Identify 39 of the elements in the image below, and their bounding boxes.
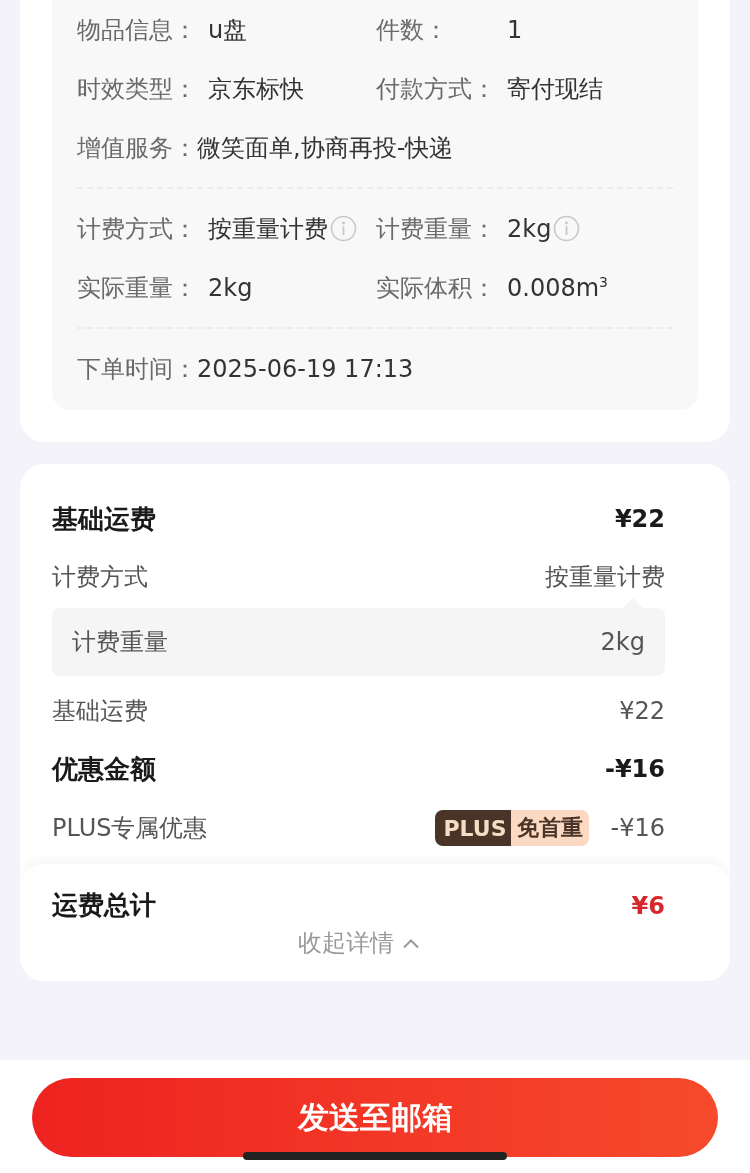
- field-label: 增值服务：: [77, 132, 197, 164]
- field-value: 1: [507, 15, 523, 44]
- chevron-up-icon: [401, 937, 420, 949]
- fee-value: 2kg: [600, 628, 645, 656]
- fee-label: 计费重量: [72, 627, 168, 658]
- field-value: 2kg: [208, 273, 253, 302]
- fee-value: ¥22: [619, 697, 665, 725]
- info-icon[interactable]: [330, 215, 357, 242]
- total-amount: ¥6: [631, 891, 665, 920]
- field-value: 0.008m$^{3}$: [507, 273, 608, 302]
- field-label: 实际体积：: [376, 272, 497, 304]
- fee-value: 按重量计费: [545, 562, 665, 593]
- fee-label: 计费方式: [52, 562, 148, 593]
- section-title: 优惠金额: [52, 752, 156, 786]
- field-value: 2kg: [507, 214, 552, 243]
- field-label: 计费重量：: [376, 213, 497, 245]
- info-icon[interactable]: [553, 215, 581, 242]
- field-value: u盘: [208, 14, 248, 46]
- total-label: 运费总计: [52, 889, 156, 922]
- field-label: 下单时间：: [77, 353, 197, 385]
- field-label: 件数：: [376, 14, 449, 46]
- field-value: 按重量计费: [208, 213, 328, 245]
- field-label: 计费方式：: [77, 213, 198, 245]
- amount: -¥16: [604, 755, 665, 783]
- section-title: 基础运费: [52, 502, 156, 536]
- amount: ¥22: [614, 505, 665, 533]
- fee-value: -¥16: [610, 814, 665, 842]
- fee-label: 基础运费: [52, 696, 148, 727]
- collapse-link[interactable]: 收起详情: [297, 927, 420, 959]
- field-value: 寄付现结: [507, 73, 603, 105]
- send-button[interactable]: 发送至邮箱: [32, 1078, 718, 1157]
- fee-label: PLUS专属优惠: [52, 813, 208, 844]
- field-value: 京东标快: [208, 73, 304, 105]
- field-label: 物品信息：: [77, 14, 198, 46]
- field-label: 时效类型：: [77, 73, 198, 105]
- field-value: 微笑面单,协商再投-快递: [197, 132, 454, 164]
- field-label: 付款方式：: [376, 73, 497, 105]
- field-value: 2025-06-19 17:13: [197, 354, 414, 383]
- field-label: 实际重量：: [77, 272, 198, 304]
